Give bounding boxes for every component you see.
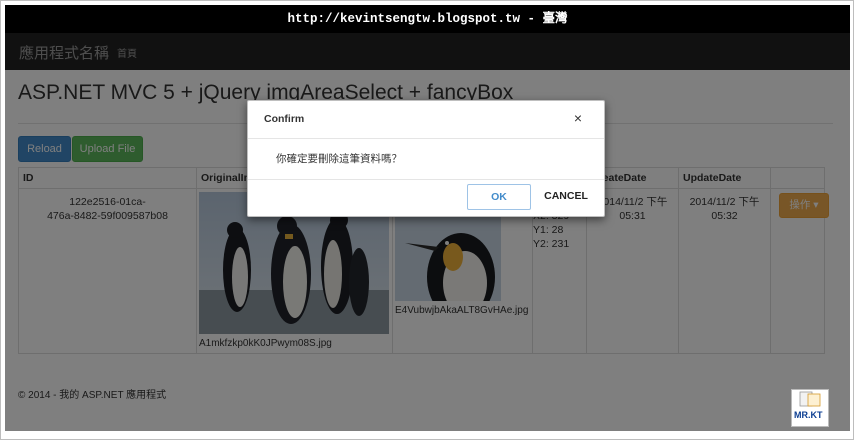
- cancel-button[interactable]: CANCEL: [540, 184, 592, 208]
- logo-icon: [799, 391, 821, 407]
- logo-text: MR.KT: [794, 410, 823, 420]
- browser-page: 應用程式名稱 首頁 ASP.NET MVC 5 + jQuery imgArea…: [5, 33, 850, 431]
- dialog-message: 你確定要刪除這筆資料嗎？: [276, 153, 402, 165]
- modal-backdrop[interactable]: [5, 33, 850, 431]
- confirm-dialog: Confirm × 你確定要刪除這筆資料嗎？ OK CANCEL: [247, 100, 605, 217]
- dialog-footer-divider: [248, 179, 604, 180]
- dialog-title: Confirm: [264, 113, 305, 125]
- url-caption: http://kevintsengtw.blogspot.tw - 臺灣: [5, 5, 850, 33]
- close-icon[interactable]: ×: [574, 110, 582, 126]
- screenshot-frame: http://kevintsengtw.blogspot.tw - 臺灣 應用程…: [0, 0, 854, 440]
- mr-kt-logo: MR.KT: [791, 389, 829, 427]
- ok-button[interactable]: OK: [467, 184, 531, 210]
- dialog-header-divider: [248, 138, 604, 139]
